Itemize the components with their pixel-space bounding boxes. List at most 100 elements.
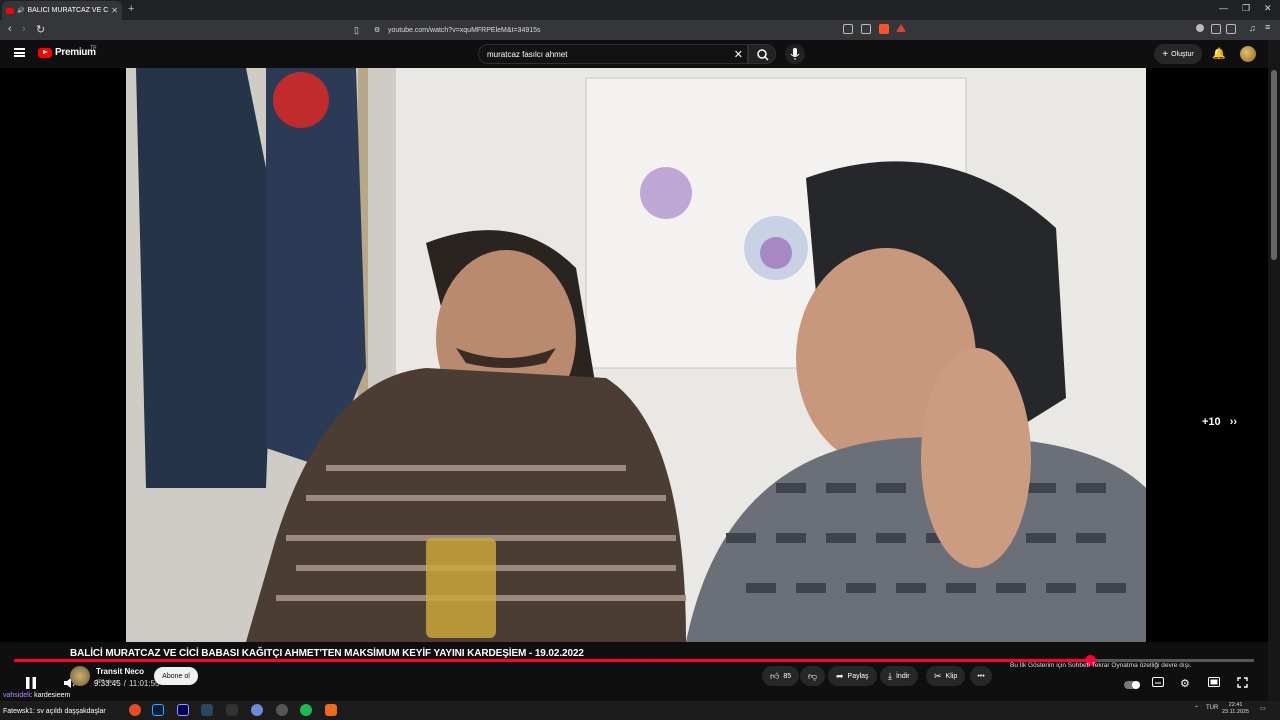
clock-time: 22:41 xyxy=(1228,702,1243,708)
scrollbar-thumb[interactable] xyxy=(1271,70,1277,260)
cast-icon[interactable] xyxy=(843,24,853,34)
media-icon[interactable]: ♫ xyxy=(1249,23,1259,33)
bookmark-icon[interactable]: ▯ xyxy=(354,25,359,36)
video-player[interactable]: +10 ›› 9:33:45 / 11:01:55 ⚙ xyxy=(0,68,1268,690)
video-frame[interactable] xyxy=(126,68,1146,642)
audio-playing-icon: 🔊 xyxy=(17,8,25,14)
time-separator: / xyxy=(123,679,126,688)
chat-username: vahsideli xyxy=(3,692,31,699)
restore-icon[interactable]: ❐ xyxy=(1242,3,1250,14)
chevron-right-icon: ›› xyxy=(1229,416,1238,428)
reload-icon[interactable]: ↻ xyxy=(36,23,45,36)
subtitles-button[interactable] xyxy=(1152,677,1164,690)
youtube-header: Premium TR muratcaz fasılcı ahmet ✕ + Ol… xyxy=(0,40,1280,68)
share-page-icon[interactable] xyxy=(861,24,871,34)
app-icon[interactable] xyxy=(226,704,238,716)
more-actions-button[interactable]: ••• xyxy=(970,666,992,686)
youtube-logo[interactable]: Premium TR xyxy=(38,45,97,58)
pause-icon xyxy=(26,677,36,689)
account-avatar[interactable] xyxy=(1240,46,1256,62)
extensions-icon[interactable] xyxy=(1211,24,1221,34)
steam-icon[interactable] xyxy=(201,704,213,716)
share-label: Paylaş xyxy=(847,672,869,680)
chat-message: vahsideli: kardesieem xyxy=(3,692,71,699)
after-effects-icon[interactable] xyxy=(177,704,189,716)
logo-region: TR xyxy=(90,45,97,51)
photoshop-icon[interactable] xyxy=(152,704,164,716)
seek-forward-indicator: +10 ›› xyxy=(1202,416,1238,428)
youtube-favicon-icon xyxy=(6,7,14,14)
channel-avatar[interactable] xyxy=(70,666,90,686)
new-tab-icon[interactable]: + xyxy=(128,3,134,15)
video-title: BALİCİ MURATCAZ VE CİCİ BABASI KAĞITÇI A… xyxy=(70,648,584,659)
notification-center-icon[interactable]: ▭ xyxy=(1260,705,1266,712)
create-button[interactable]: + Oluştur xyxy=(1154,44,1202,64)
chat-text: sv açıldı daşşakdaşlar xyxy=(36,708,106,715)
channel-name[interactable]: Transit Neco xyxy=(96,667,144,676)
chat-message: Fatewsk1: sv açıldı daşşakdaşlar xyxy=(3,708,106,715)
search-query: muratcaz fasılcı ahmet xyxy=(487,49,568,59)
spotify-icon[interactable] xyxy=(300,704,312,716)
clock-date: 23.11.2025 xyxy=(1222,709,1250,715)
settings-button[interactable]: ⚙ xyxy=(1180,677,1190,690)
language-indicator[interactable]: TUR xyxy=(1206,705,1218,711)
scissors-icon: ✂ xyxy=(934,670,942,681)
url-text: youtube.com/watch?v=xquMFRPEleM&t=34915s xyxy=(388,26,541,34)
fullscreen-button[interactable] xyxy=(1237,677,1248,691)
autoplay-toggle[interactable] xyxy=(1124,680,1140,692)
tray-overflow-icon[interactable]: ⌃ xyxy=(1194,705,1199,712)
gear-icon: ⚙ xyxy=(1180,678,1190,690)
create-label: Oluştur xyxy=(1171,50,1194,58)
clear-search-icon[interactable]: ✕ xyxy=(734,48,743,61)
forward-icon[interactable]: › xyxy=(22,23,26,35)
chat-replay-disabled-note: Bu İlk Gösterim için Sohbeti Tekrar Oyna… xyxy=(1010,662,1192,669)
subscriber-count: 353 abone xyxy=(96,679,120,685)
browser-tab-strip: 🔊 BALICI MURATCAZ VE CİCİ BA ✕ + — ❐ ✕ xyxy=(0,0,1280,20)
dislike-button[interactable]: 👎︎ xyxy=(800,666,826,686)
browser-toolbar: ‹ › ↻ ▯ ⚙ youtube.com/watch?v=xquMFRPEle… xyxy=(0,20,1280,40)
search-icon xyxy=(757,49,769,61)
clip-label: Klip xyxy=(945,672,958,680)
share-icon: ➦ xyxy=(836,670,844,681)
menu-icon[interactable]: ≡ xyxy=(1265,22,1275,32)
back-icon[interactable]: ‹ xyxy=(8,23,12,35)
obs-icon[interactable] xyxy=(276,704,288,716)
minimize-icon[interactable]: — xyxy=(1219,3,1228,13)
vpn-icon[interactable] xyxy=(1196,24,1204,32)
theater-mode-button[interactable] xyxy=(1208,677,1220,690)
close-tab-icon[interactable]: ✕ xyxy=(111,6,118,15)
close-window-icon[interactable]: ✕ xyxy=(1264,3,1272,14)
site-info-icon[interactable]: ⚙ xyxy=(374,26,380,34)
brave-shield-icon[interactable] xyxy=(879,24,889,34)
sidebar-icon[interactable] xyxy=(1226,24,1236,34)
download-button[interactable]: ⤓ İndir xyxy=(880,666,918,686)
subtitles-icon xyxy=(1152,677,1164,687)
address-bar[interactable]: ▯ ⚙ youtube.com/watch?v=xquMFRPEleM&t=34… xyxy=(350,22,910,38)
guide-menu-icon[interactable] xyxy=(14,48,25,57)
app-icon[interactable] xyxy=(129,704,141,716)
thumbs-down-icon: 👎︎ xyxy=(808,670,818,681)
voice-search-button[interactable] xyxy=(785,44,805,64)
search-input[interactable]: muratcaz fasılcı ahmet ✕ xyxy=(478,44,748,64)
theater-icon xyxy=(1208,677,1220,687)
thumbs-up-icon: 👍︎ xyxy=(770,670,780,681)
clip-button[interactable]: ✂ Klip xyxy=(926,666,966,686)
rewards-icon[interactable] xyxy=(896,24,906,32)
browser-tab[interactable]: 🔊 BALICI MURATCAZ VE CİCİ BA ✕ xyxy=(2,1,122,20)
download-label: İndir xyxy=(895,672,910,680)
notifications-icon[interactable]: 🔔 xyxy=(1212,47,1226,60)
search-button[interactable] xyxy=(748,44,776,64)
fullscreen-icon xyxy=(1237,677,1248,688)
progress-played xyxy=(14,659,1090,662)
like-button[interactable]: 👍︎ 85 xyxy=(762,666,800,686)
more-horizontal-icon: ••• xyxy=(977,672,985,680)
pause-button[interactable] xyxy=(25,676,37,693)
share-button[interactable]: ➦ Paylaş xyxy=(828,666,877,686)
subscribe-button[interactable]: Abone ol xyxy=(154,667,198,685)
discord-icon[interactable] xyxy=(251,704,263,716)
like-count: 85 xyxy=(783,672,792,680)
microphone-icon xyxy=(790,48,800,60)
plus-icon: + xyxy=(1162,48,1169,60)
system-clock[interactable]: 22:41 23.11.2025 xyxy=(1222,702,1249,716)
browser-icon[interactable] xyxy=(325,704,337,716)
